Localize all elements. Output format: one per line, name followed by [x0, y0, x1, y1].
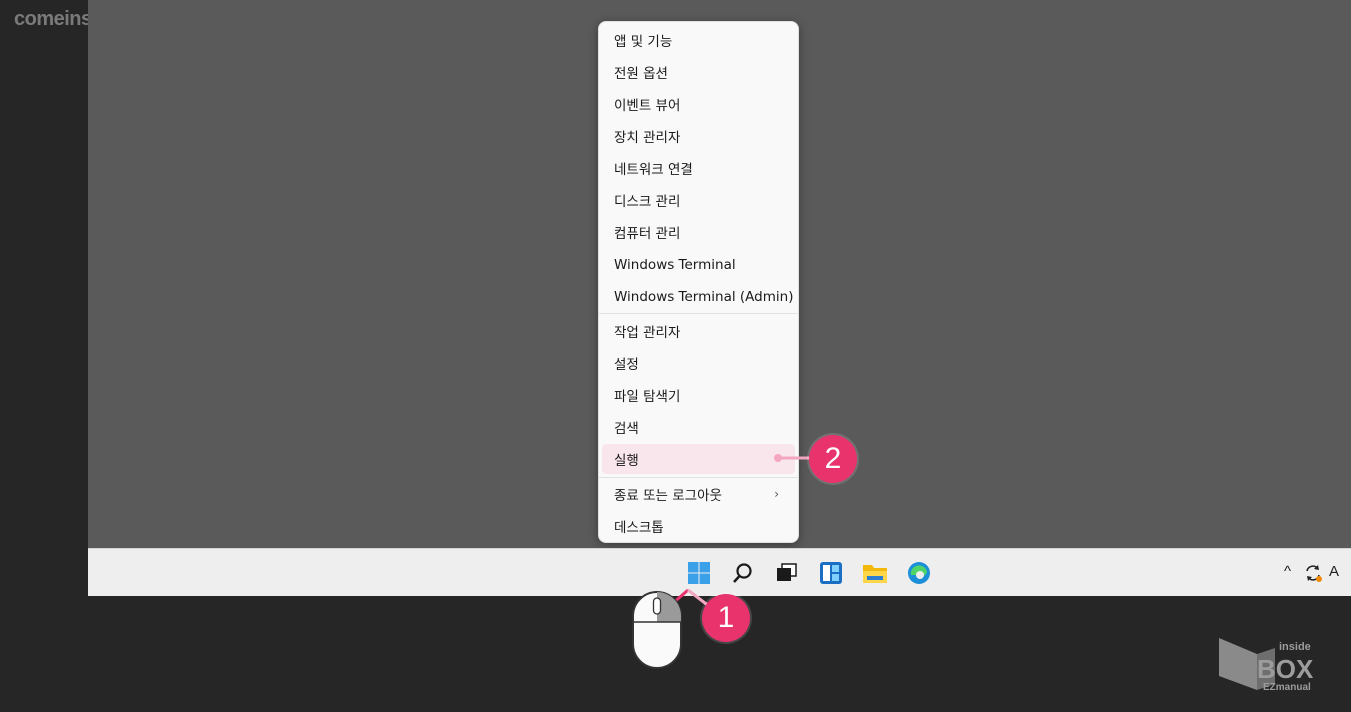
file-explorer-icon[interactable]	[861, 559, 889, 587]
menu-item-shutdown-signout[interactable]: 종료 또는 로그아웃 ›	[602, 479, 795, 509]
windows-start-icon[interactable]	[685, 559, 713, 587]
edge-icon[interactable]	[905, 559, 933, 587]
mouse-icon	[632, 591, 682, 669]
widgets-icon[interactable]	[817, 559, 845, 587]
menu-item-run[interactable]: 실행	[602, 444, 795, 474]
menu-item-search[interactable]: 검색	[602, 412, 795, 442]
menu-item-event-viewer[interactable]: 이벤트 뷰어	[602, 89, 795, 119]
taskbar: ^ A	[88, 548, 1351, 596]
menu-item-label: 종료 또는 로그아웃	[614, 488, 722, 504]
show-hidden-icons-caret[interactable]: ^	[1284, 563, 1291, 580]
menu-item-windows-terminal[interactable]: Windows Terminal	[602, 250, 795, 280]
menu-item-device-manager[interactable]: 장치 관리자	[602, 121, 795, 151]
step-1-badge: 1	[702, 594, 750, 642]
menu-item-windows-terminal-admin[interactable]: Windows Terminal (Admin)	[602, 282, 795, 312]
insidebox-logo: inside BOX EZmanual	[1217, 634, 1335, 693]
input-indicator[interactable]: A	[1329, 563, 1339, 580]
search-icon[interactable]	[729, 559, 757, 587]
menu-item-disk-management[interactable]: 디스크 관리	[602, 185, 795, 215]
menu-item-apps-features[interactable]: 앱 및 기능	[602, 25, 795, 55]
svg-text:EZmanual: EZmanual	[1263, 682, 1311, 692]
menu-separator	[599, 313, 798, 314]
menu-item-settings[interactable]: 설정	[602, 348, 795, 378]
chevron-right-icon: ›	[774, 487, 779, 501]
menu-item-desktop[interactable]: 데스크톱	[602, 511, 795, 541]
sync-icon[interactable]	[1300, 560, 1326, 586]
menu-item-network-connections[interactable]: 네트워크 연결	[602, 153, 795, 183]
winx-context-menu: 앱 및 기능 전원 옵션 이벤트 뷰어 장치 관리자 네트워크 연결 디스크 관…	[598, 21, 799, 543]
task-view-icon[interactable]	[773, 559, 801, 587]
step-2-badge: 2	[809, 435, 857, 483]
menu-separator	[599, 477, 798, 478]
menu-item-computer-management[interactable]: 컴퓨터 관리	[602, 217, 795, 247]
svg-text:inside: inside	[1279, 641, 1311, 653]
menu-item-task-manager[interactable]: 작업 관리자	[602, 316, 795, 346]
menu-item-file-explorer[interactable]: 파일 탐색기	[602, 380, 795, 410]
svg-text:BOX: BOX	[1257, 654, 1314, 684]
menu-item-power-options[interactable]: 전원 옵션	[602, 57, 795, 87]
